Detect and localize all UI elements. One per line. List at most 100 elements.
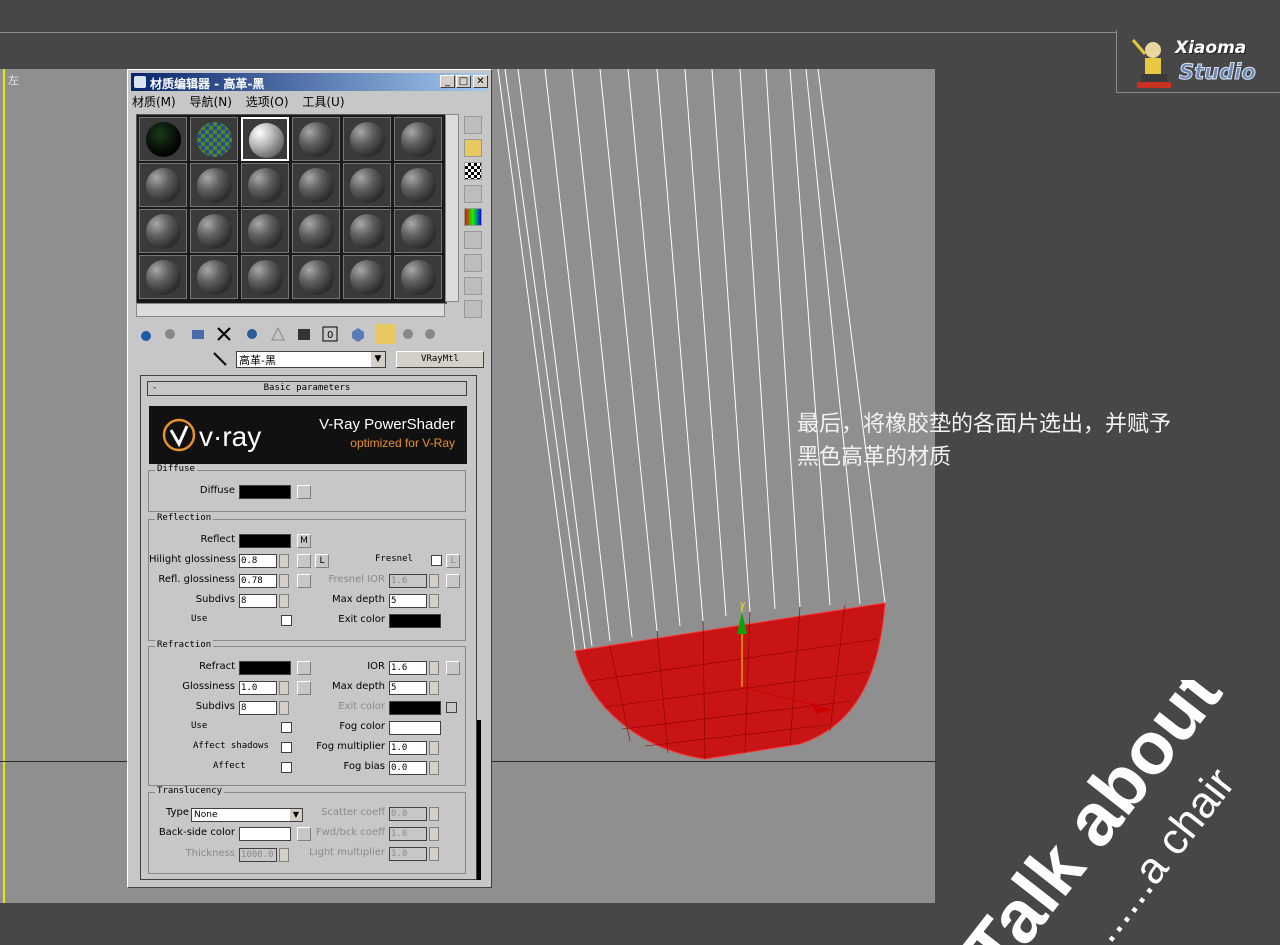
glossiness-arrows[interactable]	[279, 681, 289, 695]
minimize-button[interactable]: _	[440, 75, 455, 88]
select-by-material-icon[interactable]	[464, 277, 482, 295]
light-multiplier-arrows[interactable]	[429, 847, 439, 861]
show-map-in-viewport-icon[interactable]	[348, 324, 368, 344]
diffuse-map-button[interactable]	[297, 485, 311, 499]
material-sample-slot[interactable]	[343, 163, 391, 207]
put-to-scene-icon[interactable]	[160, 324, 180, 344]
material-type-button[interactable]: VRayMtl	[396, 351, 484, 368]
material-sample-slot[interactable]	[394, 163, 442, 207]
make-preview-icon[interactable]	[464, 231, 482, 249]
refr-exit-color-checkbox[interactable]	[446, 702, 457, 713]
light-multiplier-spinner[interactable]: 1.0	[389, 847, 427, 861]
background-checker-icon[interactable]	[464, 162, 482, 180]
show-end-result-icon[interactable]	[376, 324, 396, 344]
copy-material-icon[interactable]	[242, 324, 262, 344]
get-material-icon[interactable]	[136, 324, 156, 344]
refr-exit-color-swatch[interactable]	[389, 701, 441, 715]
refl-exit-color-swatch[interactable]	[389, 614, 441, 628]
material-sample-slot[interactable]	[190, 209, 238, 253]
fresnel-ior-map-button[interactable]	[446, 574, 460, 588]
put-to-library-icon[interactable]	[294, 324, 314, 344]
slots-vertical-scrollbar[interactable]	[445, 114, 459, 302]
scatter-coeff-spinner[interactable]: 0.0	[389, 807, 427, 821]
menu-material[interactable]: 材质(M)	[132, 95, 176, 109]
ior-spinner[interactable]: 1.6	[389, 661, 427, 675]
ior-arrows[interactable]	[429, 661, 439, 675]
fresnel-ior-arrows[interactable]	[429, 574, 439, 588]
assign-to-selection-icon[interactable]	[188, 324, 208, 344]
refr-max-depth-spinner[interactable]: 5	[389, 681, 427, 695]
material-sample-slot[interactable]	[190, 117, 238, 161]
basic-parameters-header[interactable]: - Basic parameters	[147, 381, 467, 396]
thickness-spinner[interactable]: 1000.0	[239, 848, 277, 862]
make-unique-icon[interactable]	[268, 324, 288, 344]
go-forward-to-sibling-icon[interactable]	[420, 324, 440, 344]
close-button[interactable]: ✕	[473, 75, 488, 88]
window-titlebar[interactable]: 材质编辑器 - 高革-黑 _ □ ✕	[131, 73, 488, 91]
ior-map-button[interactable]	[446, 661, 460, 675]
material-sample-slot[interactable]	[292, 163, 340, 207]
material-sample-slot[interactable]	[139, 117, 187, 161]
menu-navigation[interactable]: 导航(N)	[190, 95, 232, 109]
fresnel-checkbox[interactable]	[431, 555, 442, 566]
sample-type-icon[interactable]	[464, 116, 482, 134]
material-navigator-icon[interactable]	[464, 300, 482, 318]
refl-glossiness-spinner[interactable]: 0.78	[239, 574, 277, 588]
fresnel-ior-spinner[interactable]: 1.6	[389, 574, 427, 588]
material-sample-slot[interactable]	[292, 255, 340, 299]
refract-map-button[interactable]	[297, 661, 311, 675]
material-sample-slot[interactable]	[241, 163, 289, 207]
refl-use-checkbox[interactable]	[281, 615, 292, 626]
refr-subdivs-spinner[interactable]: 8	[239, 701, 277, 715]
reflect-color-swatch[interactable]	[239, 534, 291, 548]
material-sample-slot[interactable]	[139, 255, 187, 299]
refl-subdivs-spinner[interactable]: 8	[239, 594, 277, 608]
menu-utilities[interactable]: 工具(U)	[302, 95, 344, 109]
affect-checkbox[interactable]	[281, 762, 292, 773]
fwd-bck-coeff-arrows[interactable]	[429, 827, 439, 841]
refl-subdivs-arrows[interactable]	[279, 594, 289, 608]
affect-shadows-checkbox[interactable]	[281, 742, 292, 753]
diffuse-color-swatch[interactable]	[239, 485, 291, 499]
material-sample-slot[interactable]	[241, 117, 289, 161]
reflect-map-button[interactable]: M	[297, 534, 311, 548]
refl-glossiness-map-button[interactable]	[297, 574, 311, 588]
material-sample-slot[interactable]	[139, 209, 187, 253]
refl-glossiness-arrows[interactable]	[279, 574, 289, 588]
options-icon[interactable]	[464, 254, 482, 272]
material-sample-slot[interactable]	[343, 255, 391, 299]
glossiness-spinner[interactable]: 1.0	[239, 681, 277, 695]
fwd-bck-coeff-spinner[interactable]: 1.0	[389, 827, 427, 841]
glossiness-map-button[interactable]	[297, 681, 311, 695]
material-sample-slot[interactable]	[394, 117, 442, 161]
fog-multiplier-spinner[interactable]: 1.0	[389, 741, 427, 755]
refl-max-depth-spinner[interactable]: 5	[389, 594, 427, 608]
material-effects-channel-icon[interactable]: 0	[320, 324, 340, 344]
material-name-field[interactable]: 高革-黑 ▼	[236, 351, 386, 368]
parameters-scroll-thumb[interactable]	[477, 720, 481, 880]
backlight-icon[interactable]	[464, 139, 482, 157]
thickness-arrows[interactable]	[279, 848, 289, 862]
fog-color-swatch[interactable]	[389, 721, 441, 735]
hilight-glossiness-spinner[interactable]: 0.8	[239, 554, 277, 568]
refract-color-swatch[interactable]	[239, 661, 291, 675]
video-color-check-icon[interactable]	[464, 208, 482, 226]
fog-multiplier-arrows[interactable]	[429, 741, 439, 755]
refr-subdivs-arrows[interactable]	[279, 701, 289, 715]
material-sample-slot[interactable]	[190, 255, 238, 299]
reset-map-icon[interactable]	[214, 324, 234, 344]
material-sample-slot[interactable]	[241, 255, 289, 299]
material-sample-slot[interactable]	[394, 209, 442, 253]
material-sample-slot[interactable]	[292, 209, 340, 253]
hilight-glossiness-arrows[interactable]	[279, 554, 289, 568]
back-side-color-swatch[interactable]	[239, 827, 291, 841]
material-sample-slot[interactable]	[292, 117, 340, 161]
refr-max-depth-arrows[interactable]	[429, 681, 439, 695]
hilight-lock-button[interactable]: L	[315, 554, 329, 568]
material-sample-slot[interactable]	[394, 255, 442, 299]
hilight-glossiness-map-button[interactable]	[297, 554, 311, 568]
material-sample-slot[interactable]	[343, 117, 391, 161]
material-editor-window[interactable]: 材质编辑器 - 高革-黑 _ □ ✕ 材质(M) 导航(N) 选项(O) 工具(…	[127, 69, 492, 888]
refr-use-checkbox[interactable]	[281, 722, 292, 733]
material-sample-slot[interactable]	[241, 209, 289, 253]
